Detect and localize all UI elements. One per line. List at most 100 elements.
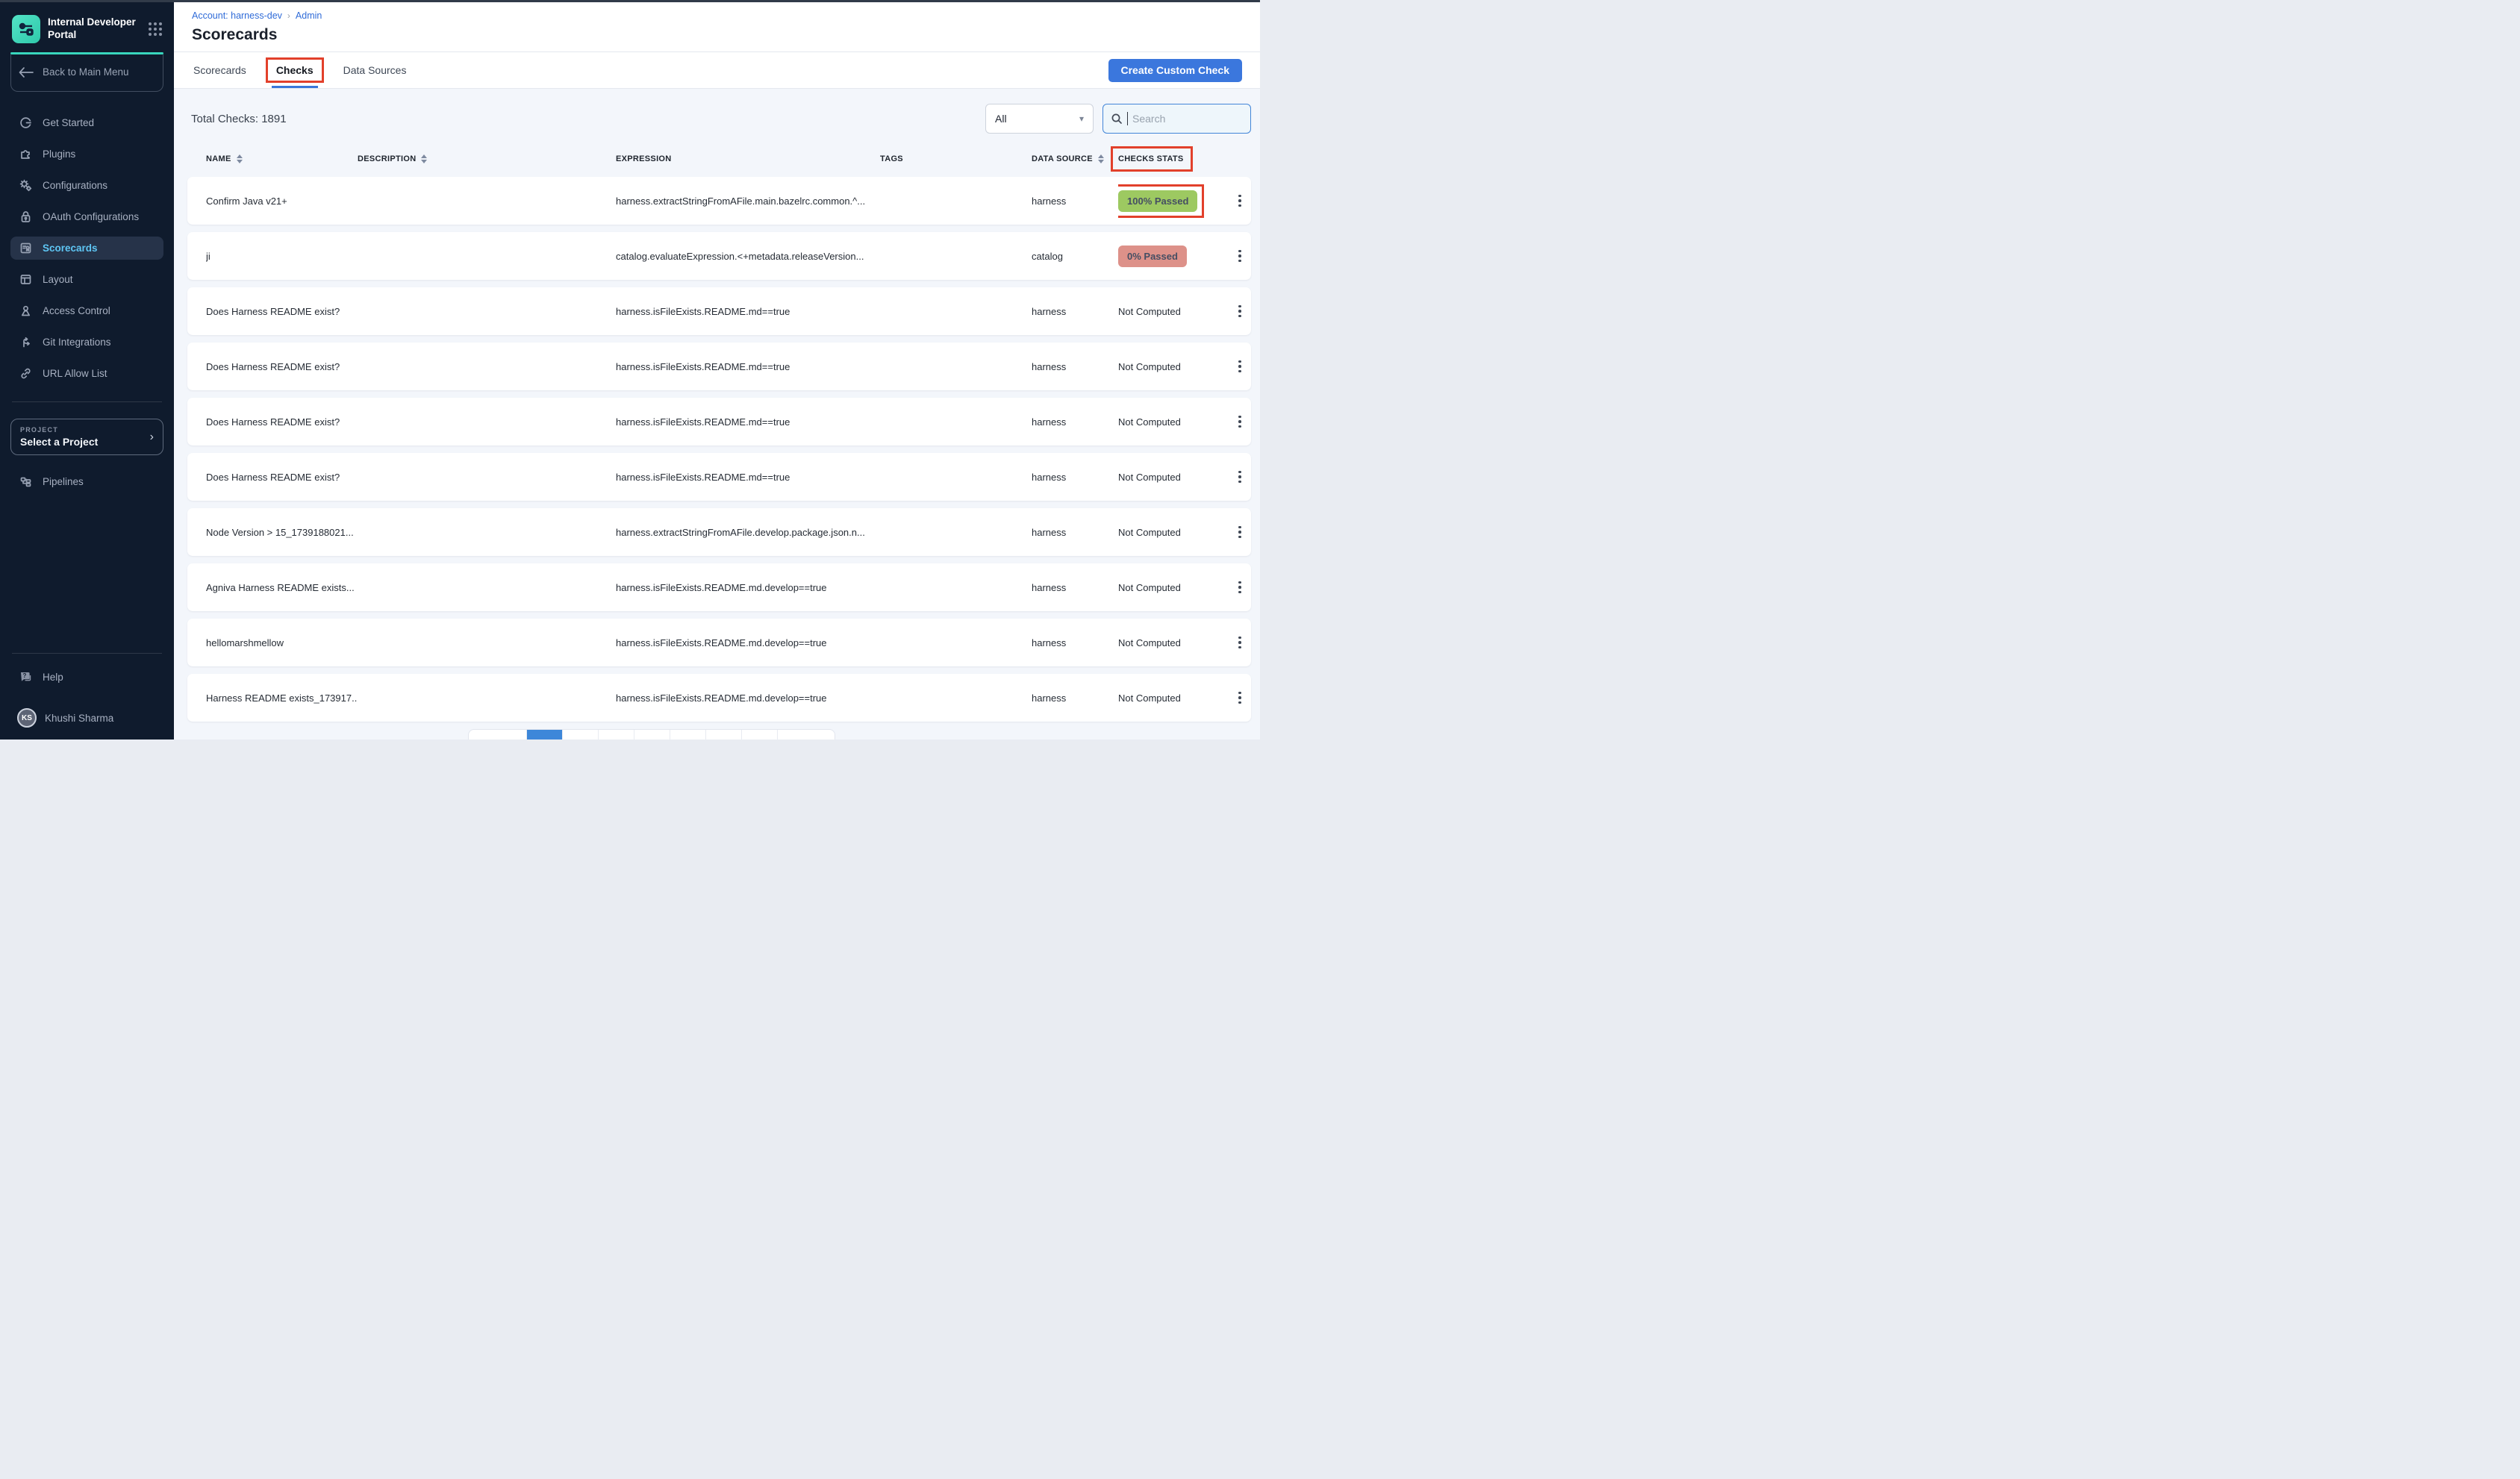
- cell-expression: harness.extractStringFromAFile.main.baze…: [616, 196, 880, 207]
- cell-checks-stats: 100% Passed: [1118, 184, 1233, 218]
- pagination-page[interactable]: [670, 730, 706, 740]
- sidebar-item-configurations[interactable]: Configurations: [10, 174, 163, 197]
- table-row[interactable]: Does Harness README exist? harness.isFil…: [187, 398, 1251, 445]
- column-header-expression[interactable]: EXPRESSION: [616, 151, 672, 167]
- pagination-page[interactable]: [527, 730, 563, 740]
- stats-text: Not Computed: [1118, 692, 1181, 704]
- row-menu-kebab-icon[interactable]: [1233, 581, 1247, 594]
- column-header-description[interactable]: DESCRIPTION: [358, 151, 427, 167]
- tab-data-sources[interactable]: Data Sources: [342, 52, 408, 88]
- cell-checks-stats: Not Computed: [1118, 637, 1233, 648]
- breadcrumb: Account: harness-dev › Admin: [192, 10, 1242, 21]
- cell-name: Agniva Harness README exists...: [206, 582, 358, 593]
- row-menu-kebab-icon[interactable]: [1233, 526, 1247, 539]
- cell-data-source: harness: [1032, 582, 1118, 593]
- sidebar-item-plugins[interactable]: Plugins: [10, 143, 163, 166]
- sidebar-nav: Get Started Plugins Configurations OAuth…: [10, 111, 163, 385]
- table-row[interactable]: Does Harness README exist? harness.isFil…: [187, 287, 1251, 335]
- stats-text: Not Computed: [1118, 637, 1181, 648]
- sort-icon[interactable]: [421, 154, 427, 163]
- sidebar-item-pipelines[interactable]: Pipelines: [10, 470, 163, 493]
- stats-text: Not Computed: [1118, 527, 1181, 538]
- breadcrumb-admin-link[interactable]: Admin: [296, 10, 322, 21]
- row-menu-kebab-icon[interactable]: [1233, 471, 1247, 484]
- annotation-box: 100% Passed: [1118, 184, 1204, 218]
- sidebar-divider: [12, 401, 162, 402]
- stats-chip: 100% Passed: [1118, 190, 1197, 212]
- cell-name: hellomarshmellow: [206, 637, 358, 648]
- table-row[interactable]: Agniva Harness README exists... harness.…: [187, 563, 1251, 611]
- column-header-checks-stats[interactable]: CHECKS STATS: [1118, 151, 1184, 167]
- stats-text: Not Computed: [1118, 306, 1181, 317]
- logo-row: Internal Developer Portal: [10, 10, 163, 43]
- stats-text: Not Computed: [1118, 361, 1181, 372]
- breadcrumb-account-link[interactable]: Account: harness-dev: [192, 10, 282, 21]
- sidebar-item-help[interactable]: ? Help: [10, 666, 163, 689]
- app-title: Internal Developer Portal: [48, 16, 136, 42]
- row-menu-kebab-icon[interactable]: [1233, 195, 1247, 207]
- scorecard-icon: [19, 241, 33, 255]
- stats-chip: 0% Passed: [1118, 246, 1187, 267]
- chevron-down-icon: ▾: [1079, 113, 1084, 124]
- puzzle-icon: [19, 147, 33, 161]
- sort-icon[interactable]: [237, 154, 243, 163]
- table-row[interactable]: Confirm Java v21+ harness.extractStringF…: [187, 177, 1251, 225]
- table-row[interactable]: hellomarshmellow harness.isFileExists.RE…: [187, 619, 1251, 666]
- cell-expression: harness.isFileExists.README.md.develop==…: [616, 637, 880, 648]
- sidebar-item-layout[interactable]: Layout: [10, 268, 163, 291]
- power-icon: [19, 116, 33, 130]
- back-to-main-menu[interactable]: Back to Main Menu: [10, 54, 163, 92]
- cell-data-source: harness: [1032, 306, 1118, 317]
- project-selector[interactable]: PROJECT Select a Project ›: [10, 419, 163, 455]
- table-row[interactable]: ji catalog.evaluateExpression.<+metadata…: [187, 232, 1251, 280]
- sidebar: Internal Developer Portal Back to Main M…: [0, 0, 174, 740]
- column-header-tags[interactable]: TAGS: [880, 151, 903, 167]
- tab-checks[interactable]: Checks: [275, 52, 315, 88]
- app-window: Internal Developer Portal Back to Main M…: [0, 0, 1260, 740]
- sidebar-item-scorecards[interactable]: Scorecards: [10, 237, 163, 260]
- sidebar-item-get-started[interactable]: Get Started: [10, 111, 163, 134]
- cell-checks-stats: Not Computed: [1118, 692, 1233, 704]
- pagination-bar[interactable]: [468, 729, 835, 740]
- cell-checks-stats: 0% Passed: [1118, 246, 1233, 267]
- row-menu-kebab-icon[interactable]: [1233, 305, 1247, 318]
- row-menu-kebab-icon[interactable]: [1233, 360, 1247, 373]
- stats-text: Not Computed: [1118, 472, 1181, 483]
- grid-dots-icon[interactable]: [149, 22, 162, 36]
- stats-chip-wrap: 0% Passed: [1118, 246, 1187, 267]
- pagination-page[interactable]: [706, 730, 742, 740]
- cell-checks-stats: Not Computed: [1118, 472, 1233, 483]
- stats-text: Not Computed: [1118, 416, 1181, 428]
- user-menu[interactable]: KS Khushi Sharma: [10, 708, 163, 728]
- sidebar-item-access-control[interactable]: Access Control: [10, 299, 163, 322]
- row-menu-kebab-icon[interactable]: [1233, 250, 1247, 263]
- tab-scorecards[interactable]: Scorecards: [192, 52, 248, 88]
- pagination-page[interactable]: [599, 730, 634, 740]
- table-row[interactable]: Harness README exists_173917... harness.…: [187, 674, 1251, 722]
- help-label: Help: [43, 672, 63, 683]
- idp-logo-icon: [12, 15, 40, 43]
- sidebar-item-git-integrations[interactable]: Git Integrations: [10, 331, 163, 354]
- chevron-right-icon: ›: [150, 431, 154, 444]
- pagination-page[interactable]: [742, 730, 778, 740]
- table-row[interactable]: Does Harness README exist? harness.isFil…: [187, 453, 1251, 501]
- column-header-name[interactable]: NAME: [206, 151, 243, 167]
- create-custom-check-button[interactable]: Create Custom Check: [1108, 59, 1243, 82]
- sidebar-item-url-allow-list[interactable]: URL Allow List: [10, 362, 163, 385]
- sidebar-item-oauth-configurations[interactable]: OAuth Configurations: [10, 205, 163, 228]
- pagination-prev[interactable]: [469, 730, 527, 740]
- row-menu-kebab-icon[interactable]: [1233, 637, 1247, 649]
- row-menu-kebab-icon[interactable]: [1233, 416, 1247, 428]
- table-row[interactable]: Does Harness README exist? harness.isFil…: [187, 343, 1251, 390]
- column-header-data-source[interactable]: DATA SOURCE: [1032, 151, 1104, 167]
- pagination-page[interactable]: [563, 730, 599, 740]
- filter-dropdown[interactable]: All ▾: [985, 104, 1094, 134]
- cell-name: Does Harness README exist?: [206, 416, 358, 428]
- table-row[interactable]: Node Version > 15_1739188021... harness.…: [187, 508, 1251, 556]
- search-input[interactable]: [1132, 113, 1222, 125]
- sort-icon[interactable]: [1098, 154, 1104, 163]
- cell-expression: harness.isFileExists.README.md==true: [616, 306, 880, 317]
- tabs-band: Scorecards Checks Data Sources Create Cust…: [174, 52, 1260, 89]
- row-menu-kebab-icon[interactable]: [1233, 692, 1247, 704]
- pagination-page[interactable]: [634, 730, 670, 740]
